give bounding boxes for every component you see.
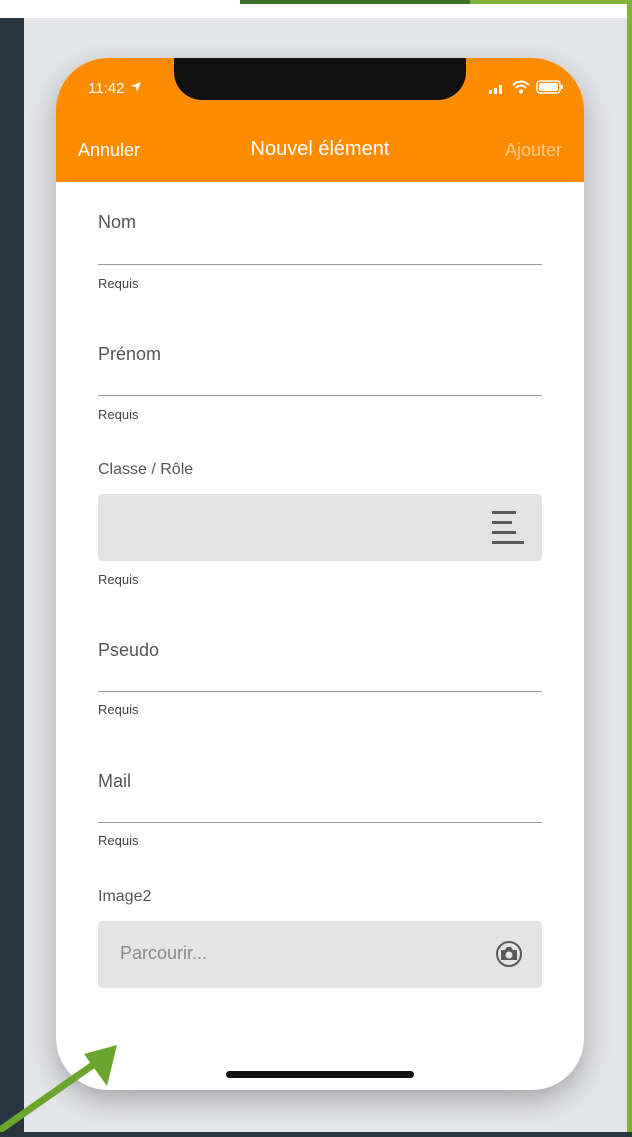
top-strip xyxy=(0,0,632,18)
location-arrow-icon xyxy=(130,80,142,97)
mail-underline xyxy=(98,822,542,823)
app-header: 11:42 Annuler Nouvel élément Ajouter xyxy=(56,58,584,182)
pseudo-underline xyxy=(98,691,542,692)
notch xyxy=(174,58,466,100)
top-accent-dark xyxy=(240,0,470,4)
battery-icon xyxy=(536,80,564,99)
phone-frame: 11:42 Annuler Nouvel élément Ajouter Nom… xyxy=(56,58,584,1090)
add-button[interactable]: Ajouter xyxy=(505,140,562,161)
browse-placeholder: Parcourir... xyxy=(120,943,208,963)
image-file-picker[interactable]: Parcourir... xyxy=(98,921,542,988)
nom-input[interactable]: Nom xyxy=(98,212,542,233)
prenom-input[interactable]: Prénom xyxy=(98,344,542,365)
classe-label: Classe / Rôle xyxy=(98,461,194,478)
status-time: 11:42 xyxy=(88,80,125,97)
green-arrow-icon xyxy=(0,1030,130,1137)
classe-required-hint: Requis xyxy=(98,572,139,587)
navigation-bar: Annuler Nouvel élément Ajouter xyxy=(56,138,584,168)
right-accent-strip xyxy=(627,0,632,1132)
pseudo-required-hint: Requis xyxy=(98,702,139,717)
mail-required-hint: Requis xyxy=(98,833,139,848)
classe-select[interactable] xyxy=(98,494,542,561)
wifi-icon xyxy=(512,80,530,99)
pseudo-input[interactable]: Pseudo xyxy=(98,640,542,661)
prenom-required-hint: Requis xyxy=(98,407,139,422)
camera-icon[interactable] xyxy=(494,939,524,974)
menu-lines-icon xyxy=(492,510,524,551)
prenom-underline xyxy=(98,395,542,396)
top-accent-light xyxy=(470,0,632,4)
home-indicator xyxy=(226,1071,414,1078)
nom-underline xyxy=(98,264,542,265)
mail-input[interactable]: Mail xyxy=(98,771,542,792)
status-icons xyxy=(488,80,564,99)
image-label: Image2 xyxy=(98,888,152,905)
signal-icon xyxy=(488,81,506,99)
nom-required-hint: Requis xyxy=(98,276,139,291)
status-time-area: 11:42 xyxy=(88,80,142,97)
